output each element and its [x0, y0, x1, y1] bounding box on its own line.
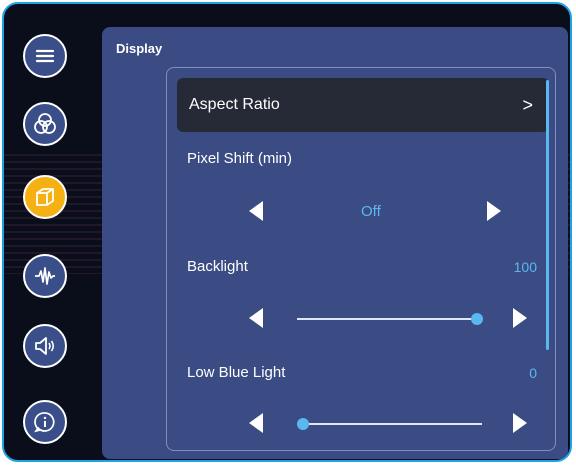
- panel-title: Display: [116, 41, 163, 56]
- info-icon: [34, 412, 55, 433]
- pixel-shift-increase-arrow[interactable]: [487, 201, 501, 221]
- display-button[interactable]: [23, 175, 67, 219]
- scrollbar[interactable]: [546, 80, 549, 350]
- hamburger-menu-icon: [35, 49, 55, 63]
- backlight-slider-thumb[interactable]: [471, 313, 483, 325]
- pixel-shift-label: Pixel Shift (min): [187, 150, 293, 167]
- display-panel: Display Aspect Ratio > Pixel Shift (min)…: [102, 27, 568, 459]
- sidebar: [4, 4, 104, 460]
- aspect-ratio-label: Aspect Ratio: [189, 96, 280, 113]
- audio-button[interactable]: [23, 324, 67, 368]
- menu-button[interactable]: [23, 34, 67, 78]
- low-blue-light-value: 0: [529, 365, 537, 381]
- low-blue-light-label: Low Blue Light: [187, 364, 286, 381]
- speaker-icon: [35, 337, 55, 355]
- display-box-icon: [36, 188, 54, 206]
- backlight-value: 100: [513, 259, 537, 275]
- backlight-slider-track[interactable]: [297, 318, 477, 320]
- low-blue-light-increase-arrow[interactable]: [513, 413, 527, 433]
- waveform-icon: [35, 267, 55, 285]
- pixel-shift-value: Off: [361, 203, 381, 220]
- low-blue-light-slider-thumb[interactable]: [297, 418, 309, 430]
- backlight-decrease-arrow[interactable]: [249, 308, 263, 328]
- color-button[interactable]: [23, 102, 67, 146]
- color-circles-icon: [34, 113, 56, 134]
- pixel-shift-decrease-arrow[interactable]: [249, 201, 263, 221]
- signal-button[interactable]: [23, 254, 67, 298]
- device-frame: Display Aspect Ratio > Pixel Shift (min)…: [2, 2, 572, 462]
- info-button[interactable]: [23, 400, 67, 444]
- backlight-increase-arrow[interactable]: [513, 308, 527, 328]
- settings-list: Aspect Ratio > Pixel Shift (min) Off Bac…: [166, 67, 556, 451]
- aspect-ratio-row[interactable]: Aspect Ratio >: [177, 78, 549, 132]
- low-blue-light-decrease-arrow[interactable]: [249, 413, 263, 433]
- chevron-right-icon: >: [522, 94, 533, 115]
- backlight-label: Backlight: [187, 258, 248, 275]
- low-blue-light-slider-track[interactable]: [297, 423, 482, 425]
